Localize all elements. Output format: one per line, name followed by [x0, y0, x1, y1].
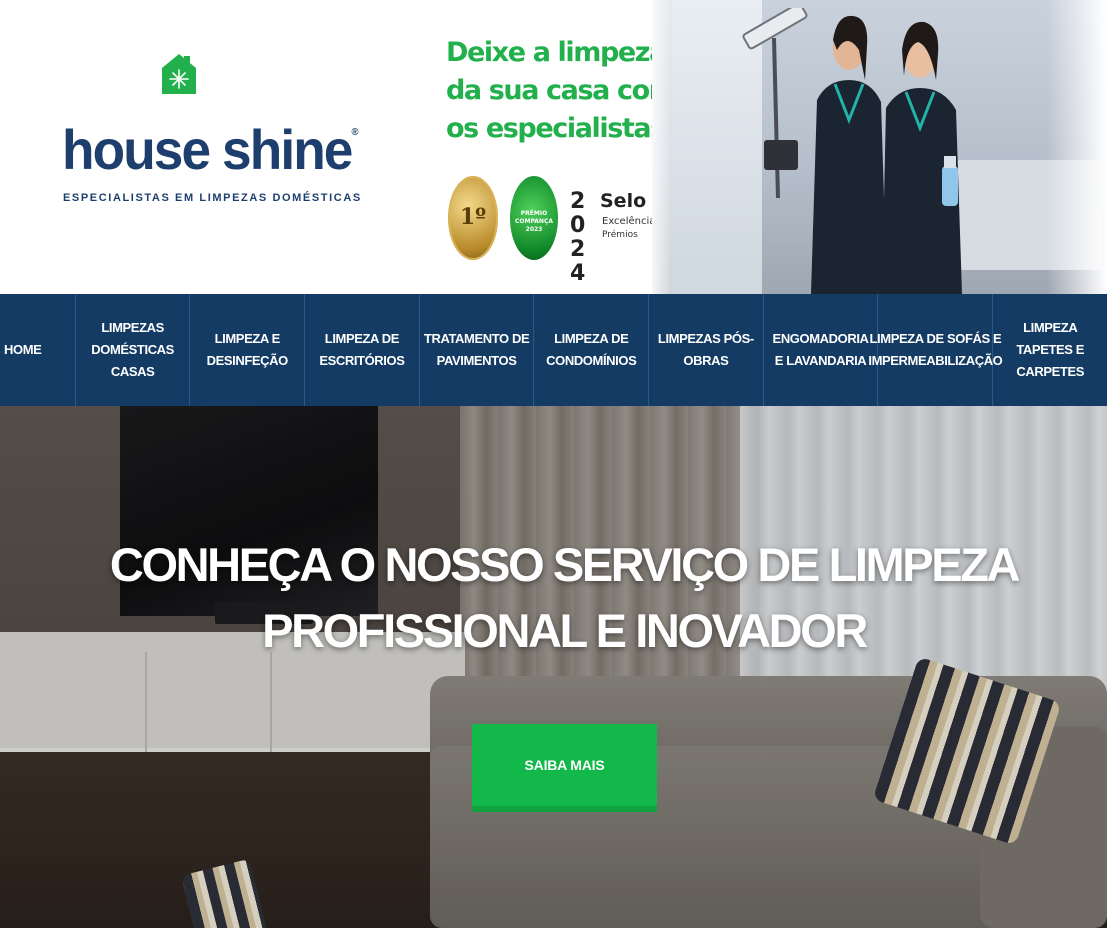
medal-label: 1º [459, 204, 487, 230]
brand-tagline: ESPECIALISTAS EM LIMPEZAS DOMÉSTICAS [63, 192, 362, 204]
promo-line-1: Deixe a limpeza [446, 37, 667, 68]
nav-tratamento-pavimentos[interactable]: TRATAMENTO DE PAVIMENTOS [420, 294, 535, 406]
site-header: house shine® ESPECIALISTAS EM LIMPEZAS D… [0, 0, 1107, 294]
first-place-medal-icon: 1º [448, 176, 498, 260]
confidence-award-badge-icon: PRÉMIO COMPANÇA 2023 [510, 176, 558, 260]
brand-wordmark: house shine® [62, 122, 359, 178]
cleaner-woman-1-icon [811, 15, 887, 294]
nav-home[interactable]: HOME [0, 294, 76, 406]
mop-icon [742, 8, 808, 198]
promo-slogan: Deixe a limpeza da sua casa com os espec… [446, 34, 677, 148]
hero-overlay [0, 406, 1107, 928]
nav-limpeza-desinfecao[interactable]: LIMPEZA E DESINFEÇÃO [190, 294, 306, 406]
promo-line-3: os especialistas. [446, 113, 675, 144]
promo-line-2: da sua casa com [446, 75, 677, 106]
saiba-mais-button[interactable]: SAIBA MAIS [472, 724, 657, 812]
hero-title-line-1: CONHEÇA O NOSSO SERVIÇO DE LIMPEZA [109, 538, 1021, 591]
cleaner-woman-2-icon [882, 21, 962, 294]
award-label: PRÉMIO COMPANÇA 2023 [514, 210, 554, 233]
hero-title-line-2: PROFISSIONAL E INOVADOR [262, 604, 868, 657]
seal-caption: Prémios [602, 230, 638, 240]
award-badges: 1º PRÉMIO COMPANÇA 2023 2024 Selo Excelê… [448, 176, 658, 286]
nav-limpezas-pos-obras[interactable]: LIMPEZAS PÓS-OBRAS [649, 294, 764, 406]
nav-limpeza-condominios[interactable]: LIMPEZA DE CONDOMÍNIOS [534, 294, 650, 406]
seal-title: Selo [600, 190, 647, 212]
seal-year: 2024 [570, 189, 586, 286]
main-navigation: HOME LIMPEZAS DOMÉSTICAS CASAS LIMPEZA E… [0, 294, 1107, 406]
seal-subtitle: Excelência [602, 216, 656, 227]
house-star-icon [162, 54, 196, 94]
brand-logo[interactable]: house shine® ESPECIALISTAS EM LIMPEZAS D… [62, 54, 360, 214]
nav-limpeza-sofas[interactable]: LIMPEZA DE SOFÁS E IMPERMEABILIZAÇÃO [868, 294, 1003, 406]
nav-engomadoria-lavandaria[interactable]: ENGOMADORIA E LAVANDARIA [764, 294, 879, 406]
hero-banner: CONHEÇA O NOSSO SERVIÇO DE LIMPEZA PROFI… [0, 406, 1107, 928]
brand-name: house shine [62, 118, 353, 181]
nav-limpeza-tapetes[interactable]: LIMPEZA TAPETES E CARPETES [993, 294, 1107, 406]
cleaners-photo [652, 0, 1107, 294]
excellence-seal-badge: 2024 Selo Excelência Prémios [570, 188, 655, 286]
registered-mark: ® [351, 127, 358, 138]
nav-limpeza-escritorios[interactable]: LIMPEZA DE ESCRITÓRIOS [305, 294, 420, 406]
hero-title: CONHEÇA O NOSSO SERVIÇO DE LIMPEZA PROFI… [0, 532, 1107, 664]
nav-limpezas-domesticas[interactable]: LIMPEZAS DOMÉSTICAS CASAS [76, 294, 191, 406]
photo-fade [1047, 0, 1107, 294]
